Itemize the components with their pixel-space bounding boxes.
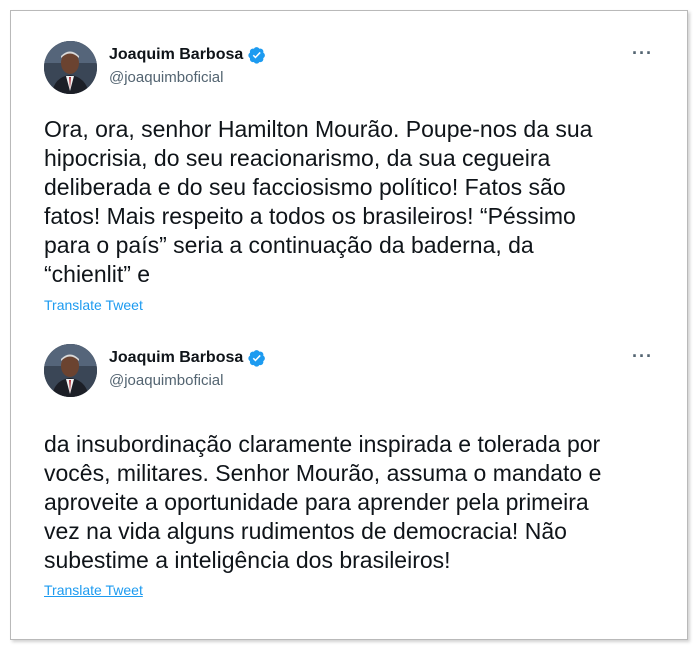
author-name[interactable]: Joaquim Barbosa [109,46,243,64]
screenshot-frame: Joaquim Barbosa @joaquimboficial ··· Ora… [10,10,688,640]
verified-badge-icon [248,47,266,64]
author-name-row: Joaquim Barbosa [109,46,266,64]
more-options-button[interactable]: ··· [632,44,653,62]
translate-tweet-link[interactable]: Translate Tweet [44,297,143,313]
more-horizontal-icon: ··· [632,346,653,366]
author-name[interactable]: Joaquim Barbosa [109,349,243,367]
more-horizontal-icon: ··· [632,43,653,63]
avatar[interactable] [44,344,97,397]
tweet-text: da insubordinação claramente inspirada e… [44,431,602,573]
author-name-row: Joaquim Barbosa [109,349,266,367]
person-portrait-icon [44,344,97,397]
verified-badge-icon [248,350,266,367]
avatar[interactable] [44,41,97,94]
author-handle[interactable]: @joaquimboficial [109,69,223,86]
translate-tweet-link[interactable]: Translate Tweet [44,582,143,598]
author-handle[interactable]: @joaquimboficial [109,372,223,389]
tweet-text: Ora, ora, senhor Hamilton Mourão. Poupe-… [44,116,593,287]
more-options-button[interactable]: ··· [632,347,653,365]
person-portrait-icon [44,41,97,94]
